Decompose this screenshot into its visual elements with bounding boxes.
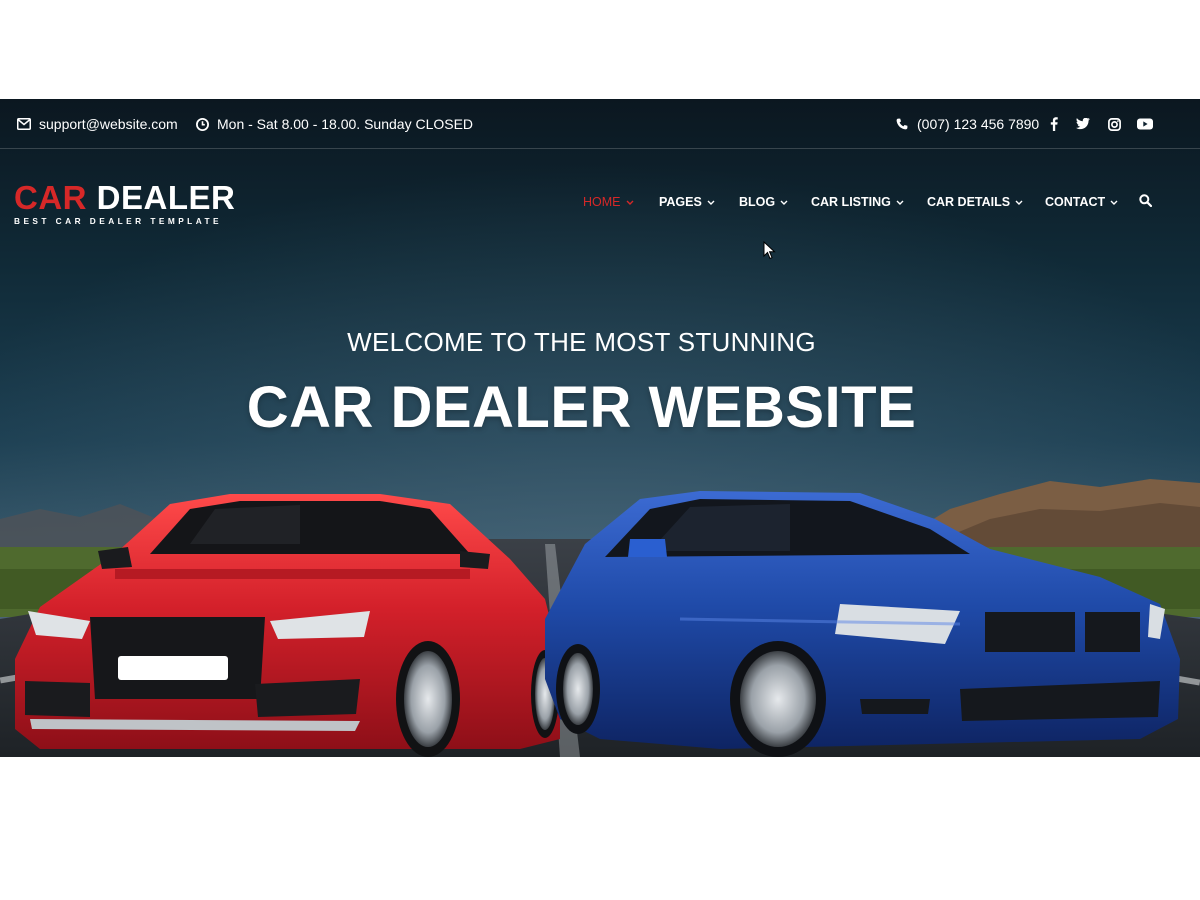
hours-text: Mon - Sat 8.00 - 18.00. Sunday CLOSED: [217, 116, 474, 132]
nav-item-pages[interactable]: PAGES: [659, 191, 715, 213]
chevron-down-icon: [780, 195, 788, 209]
logo-tagline: BEST CAR DEALER TEMPLATE: [14, 216, 223, 226]
nav-item-label: CONTACT: [1045, 195, 1106, 209]
phone-text: (007) 123 456 7890: [917, 116, 1040, 132]
nav-item-car-listing[interactable]: CAR LISTING: [811, 191, 904, 213]
contact-phone[interactable]: (007) 123 456 7890: [895, 99, 1039, 149]
hero-subtitle: WELCOME TO THE MOST STUNNING: [347, 327, 816, 357]
nav-item-label: BLOG: [739, 195, 776, 209]
twitter-icon[interactable]: [1074, 115, 1092, 133]
nav-item-label: HOME: [583, 195, 621, 209]
chevron-down-icon: [1015, 195, 1023, 209]
phone-icon: [895, 117, 909, 131]
top-info-bar: support@website.com Mon - Sat 8.00 - 18.…: [0, 99, 1200, 149]
instagram-icon[interactable]: [1105, 115, 1123, 133]
contact-email[interactable]: support@website.com: [17, 99, 178, 149]
nav-item-blog[interactable]: BLOG: [739, 191, 788, 213]
nav-item-contact[interactable]: CONTACT: [1045, 191, 1118, 213]
nav-item-label: CAR DETAILS: [927, 195, 1011, 209]
hero-section: support@website.com Mon - Sat 8.00 - 18.…: [0, 99, 1200, 757]
site-logo[interactable]: CAR DEALER BEST CAR DEALER TEMPLATE: [14, 179, 236, 227]
email-text: support@website.com: [39, 116, 178, 132]
mouse-cursor-icon: [763, 241, 776, 260]
nav-item-label: CAR LISTING: [811, 195, 891, 209]
opening-hours: Mon - Sat 8.00 - 18.00. Sunday CLOSED: [195, 99, 473, 149]
logo-wordmark: CAR DEALER: [14, 179, 236, 216]
search-icon[interactable]: [1139, 191, 1155, 209]
nav-item-home[interactable]: HOME: [583, 191, 634, 213]
nav-item-label: PAGES: [659, 195, 702, 209]
chevron-down-icon: [896, 195, 904, 209]
nav-item-car-details[interactable]: CAR DETAILS: [927, 191, 1023, 213]
envelope-icon: [17, 117, 31, 131]
facebook-icon[interactable]: [1045, 115, 1063, 133]
hero-title: CAR DEALER WEBSITE: [246, 375, 917, 440]
chevron-down-icon: [1110, 195, 1118, 209]
chevron-down-icon: [626, 195, 634, 209]
chevron-down-icon: [707, 195, 715, 209]
clock-icon: [195, 117, 209, 131]
youtube-icon[interactable]: [1136, 115, 1154, 133]
